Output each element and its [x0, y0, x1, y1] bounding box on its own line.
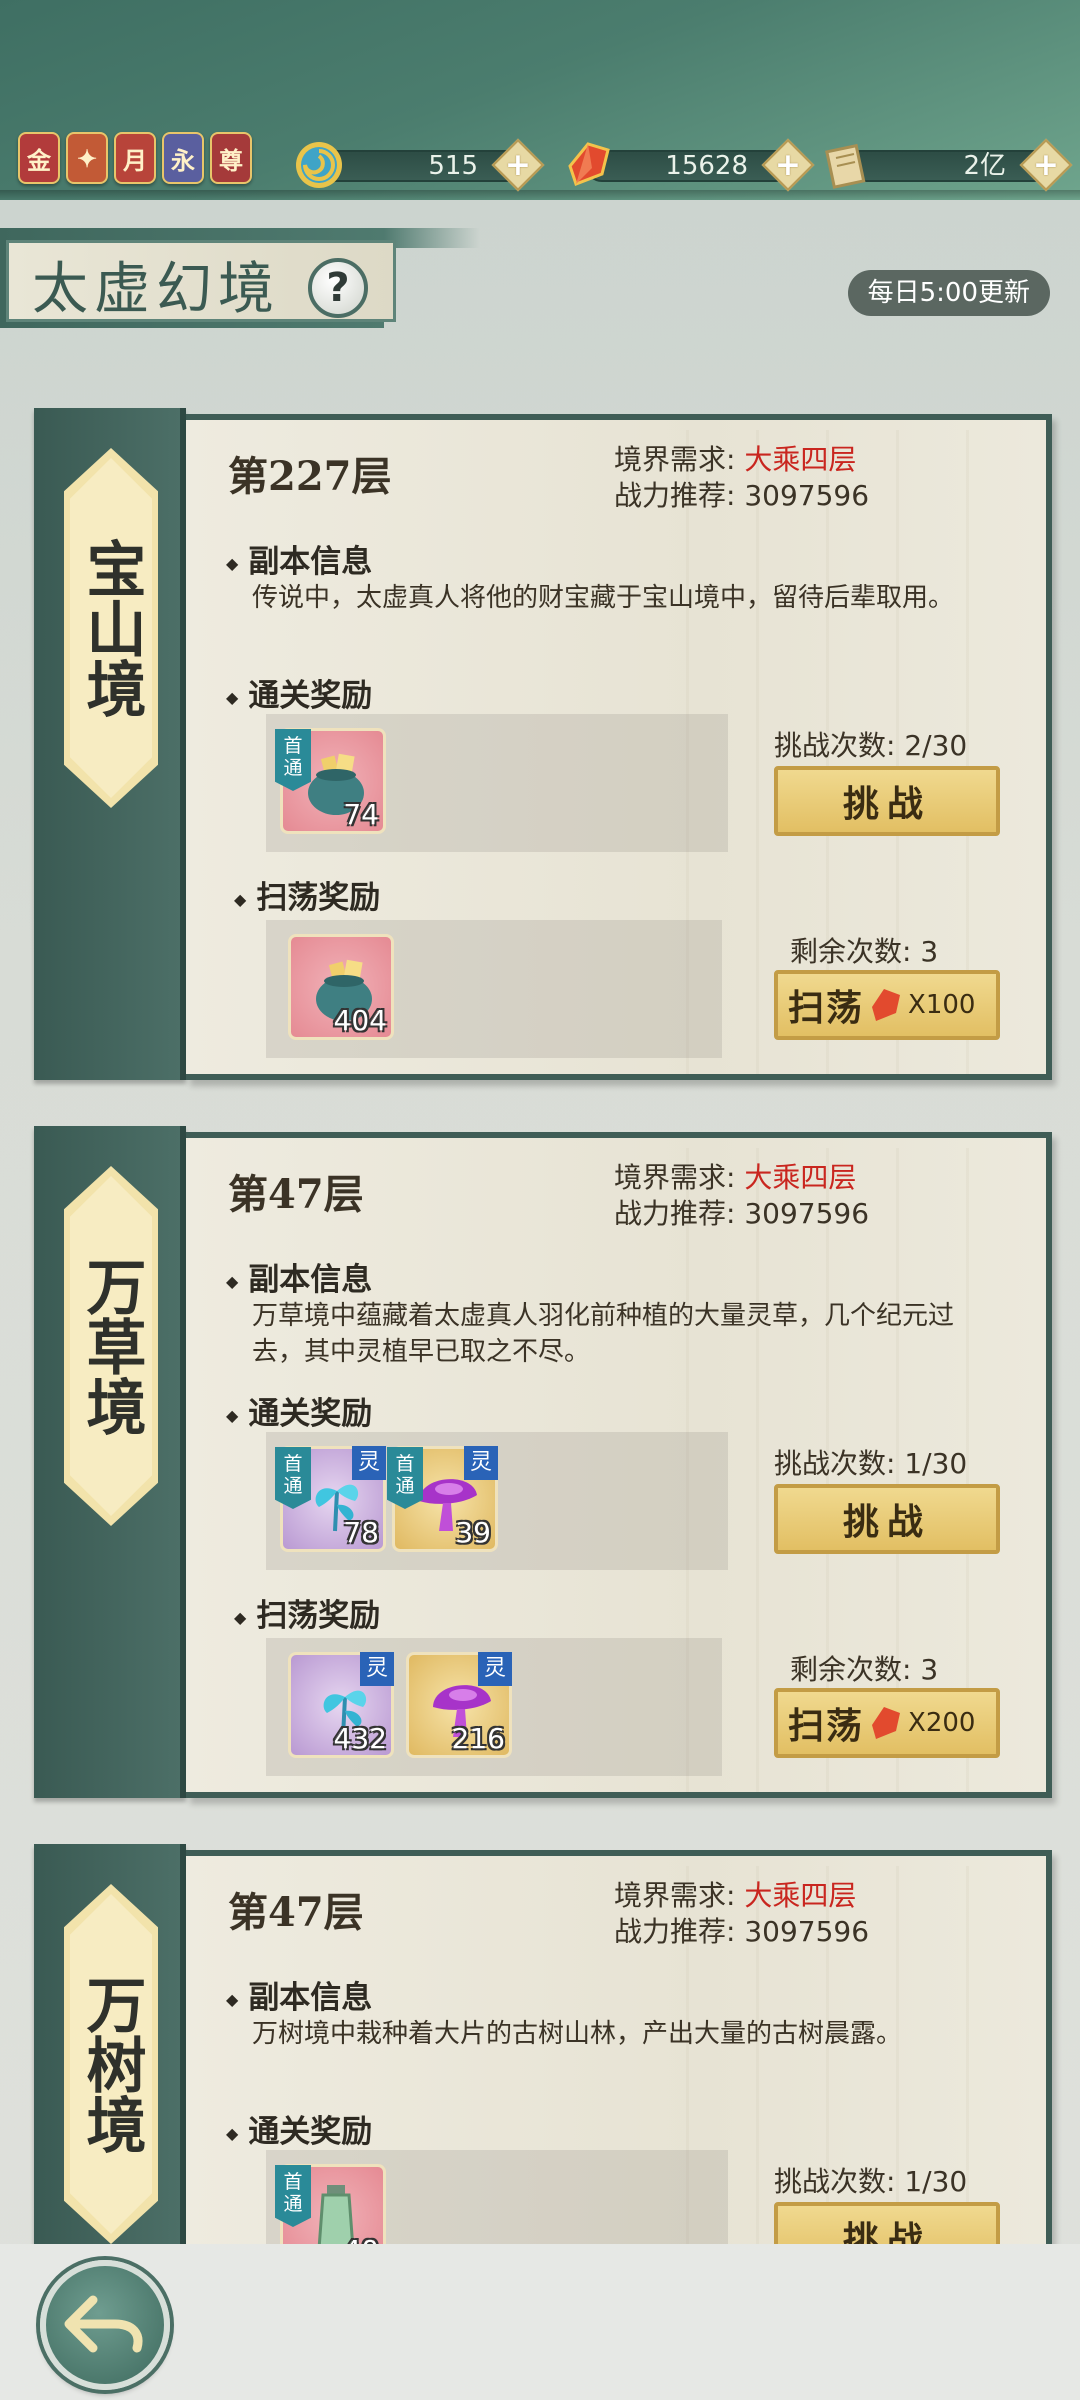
reward-count: 432: [333, 1722, 387, 1755]
spirit-stone-icon: [872, 1707, 901, 1739]
power-recommendation: 3097596: [744, 1197, 870, 1230]
jade-value: 515: [428, 151, 478, 181]
spirit-stone-value: 15628: [665, 151, 748, 181]
challenge-count: 挑战次数: 1/30: [774, 1447, 968, 1480]
floor-level: 第47层: [228, 1889, 364, 1936]
power-recommendation: 3097596: [744, 1915, 870, 1948]
page-title: 太虚幻境: [32, 257, 280, 322]
requirements: 境界需求: 大乘四层 战力推荐: 3097596: [614, 443, 870, 512]
floor-level: 第227层: [228, 453, 392, 500]
sweep-reward-heading: 扫荡奖励: [234, 1590, 380, 1635]
reward-count: 74: [343, 798, 379, 831]
badge-honor[interactable]: 尊: [210, 132, 252, 184]
dungeon-description: 传说中，太虚真人将他的财宝藏于宝山境中，留待后辈取用。: [252, 583, 955, 613]
dungeon-card-myriad-herbs: 万草境 第47层 境界需求: 大乘四层 战力推荐: 3097596 副本信息 万…: [34, 1126, 1052, 1798]
badge-emblem[interactable]: ✦: [66, 132, 108, 184]
dungeon-name-text: 万树境: [76, 1974, 146, 2154]
reward-count: 78: [343, 1516, 379, 1549]
dungeon-name-text: 宝山境: [76, 538, 146, 718]
challenge-count: 挑战次数: 1/30: [774, 2165, 968, 2198]
dungeon-description: 万草境中蕴藏着太虚真人羽化前种植的大量灵草，几个纪元过去，其中灵植早已取之不尽。: [252, 1301, 955, 1367]
add-jade-button[interactable]: +: [491, 138, 545, 192]
card-body: 第47层 境界需求: 大乘四层 战力推荐: 3097596 副本信息 万草境中蕴…: [186, 1132, 1052, 1798]
sweep-reward-box: 灵 432 灵 216: [266, 1638, 722, 1776]
challenge-button[interactable]: 挑战: [774, 1484, 1000, 1554]
reward-count: 404: [333, 1004, 387, 1037]
resource-spirit-stone: 15628 +: [562, 138, 815, 192]
first-clear-tag: 首通: [275, 729, 311, 791]
help-button[interactable]: ?: [308, 258, 368, 318]
refresh-time-badge: 每日5:00更新: [847, 270, 1050, 316]
reward-item[interactable]: 首通 灵 39: [387, 1446, 498, 1552]
clear-reward-heading: 通关奖励: [226, 670, 372, 715]
sweep-button[interactable]: 扫荡 X200: [774, 1688, 1000, 1758]
requirements: 境界需求: 大乘四层 战力推荐: 3097596: [614, 1161, 870, 1230]
dungeon-name: 万树境: [70, 1894, 152, 2234]
clear-reward-box: 首通 灵 78 首通 灵 39: [266, 1432, 728, 1570]
badge-gold[interactable]: 金: [18, 132, 60, 184]
dungeon-name: 万草境: [70, 1176, 152, 1516]
vip-badges: 金 ✦ 月 永 尊: [18, 132, 252, 184]
reward-count: 39: [455, 1516, 491, 1549]
scroll-value: 2亿: [963, 151, 1006, 181]
reward-item[interactable]: 灵 216: [406, 1652, 512, 1758]
spirit-tag: 灵: [360, 1652, 394, 1686]
sweep-reward-heading: 扫荡奖励: [234, 872, 380, 917]
spirit-tag: 灵: [352, 1446, 386, 1480]
badge-eternal[interactable]: 永: [162, 132, 204, 184]
reward-count: 216: [451, 1722, 505, 1755]
info-heading: 副本信息: [226, 1972, 372, 2017]
scroll-icon: [825, 143, 866, 189]
power-recommendation: 3097596: [744, 479, 870, 512]
resource-scroll: 2亿 +: [820, 138, 1073, 192]
reward-item[interactable]: 404: [288, 934, 394, 1040]
back-arrow-icon: [64, 2295, 143, 2353]
card-body: 第227层 境界需求: 大乘四层 战力推荐: 3097596 副本信息 传说中，…: [186, 414, 1052, 1080]
dungeon-name: 宝山境: [70, 458, 152, 798]
first-clear-tag: 首通: [275, 1447, 311, 1509]
reward-item[interactable]: 灵 432: [288, 1652, 394, 1758]
first-clear-tag: 首通: [387, 1447, 423, 1509]
jade-spiral-icon: [296, 142, 342, 188]
reward-item[interactable]: 首通 74: [275, 728, 386, 834]
clear-reward-box: 首通 74: [266, 714, 728, 852]
floor-level: 第47层: [228, 1171, 364, 1218]
add-spirit-stone-button[interactable]: +: [761, 138, 815, 192]
remaining-count: 剩余次数: 3: [790, 1653, 939, 1686]
remaining-count: 剩余次数: 3: [790, 935, 939, 968]
back-button[interactable]: [40, 2260, 170, 2390]
sweep-reward-box: 404: [266, 920, 722, 1058]
resource-jade: 515 +: [292, 138, 545, 192]
clear-reward-heading: 通关奖励: [226, 1388, 372, 1433]
realm-requirement: 大乘四层: [744, 1879, 857, 1912]
spirit-tag: 灵: [464, 1446, 498, 1480]
first-clear-tag: 首通: [275, 2165, 311, 2227]
realm-requirement: 大乘四层: [744, 443, 857, 476]
spirit-tag: 灵: [478, 1652, 512, 1686]
requirements: 境界需求: 大乘四层 战力推荐: 3097596: [614, 1879, 870, 1948]
clear-reward-heading: 通关奖励: [226, 2106, 372, 2151]
badge-moon[interactable]: 月: [114, 132, 156, 184]
spirit-stone-icon: [568, 142, 610, 186]
dungeon-card-treasure-mountain: 宝山境 第227层 境界需求: 大乘四层 战力推荐: 3097596 副本信息 …: [34, 408, 1052, 1080]
dungeon-name-text: 万草境: [76, 1256, 146, 1436]
challenge-button[interactable]: 挑战: [774, 766, 1000, 836]
add-scroll-button[interactable]: +: [1019, 138, 1073, 192]
dungeon-description: 万树境中栽种着大片的古树山林，产出大量的古树晨露。: [252, 2019, 903, 2049]
info-heading: 副本信息: [226, 536, 372, 581]
reward-item[interactable]: 首通 灵 78: [275, 1446, 386, 1552]
challenge-count: 挑战次数: 2/30: [774, 729, 968, 762]
info-heading: 副本信息: [226, 1254, 372, 1299]
spirit-stone-icon: [872, 989, 901, 1021]
realm-requirement: 大乘四层: [744, 1161, 857, 1194]
sweep-button[interactable]: 扫荡 X100: [774, 970, 1000, 1040]
